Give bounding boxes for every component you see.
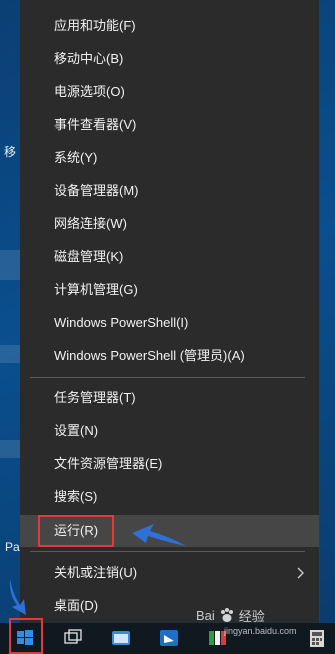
chevron-right-icon [297,557,305,589]
menu-item-label: 设置(N) [54,423,99,438]
calculator-icon [310,630,324,647]
menu-item-label: 网络连接(W) [54,216,127,231]
desktop: 移 Pa 应用和功能(F) 移动中心(B) 电源选项(O) 事件查看器(V) 系… [0,0,335,654]
taskbar-app-2[interactable] [158,627,182,651]
menu-item-label: 移动中心(B) [54,51,124,66]
watermark-logo-text: Bai [196,608,215,623]
menu-item-label: 文件资源管理器(E) [54,456,163,471]
menu-item-label: 应用和功能(F) [54,18,136,33]
menu-item-mobility-center[interactable]: 移动中心(B) [20,43,319,75]
menu-item-label: 设备管理器(M) [54,183,139,198]
menu-item-shutdown-signout[interactable]: 关机或注销(U) [20,557,319,589]
taskbar-app-4[interactable] [306,627,330,651]
menu-item-label: 系统(Y) [54,150,98,165]
menu-item-powershell-admin[interactable]: Windows PowerShell (管理员)(A) [20,340,319,372]
menu-item-label: 桌面(D) [54,598,99,613]
menu-item-power-options[interactable]: 电源选项(O) [20,76,319,108]
menu-item-powershell[interactable]: Windows PowerShell(I) [20,307,319,339]
desktop-icon-strip [0,345,22,363]
menu-item-computer-management[interactable]: 计算机管理(G) [20,274,319,306]
menu-item-system[interactable]: 系统(Y) [20,142,319,174]
menu-item-disk-management[interactable]: 磁盘管理(K) [20,241,319,273]
menu-item-label: 搜索(S) [54,489,98,504]
task-view-button[interactable] [62,627,86,651]
annotation-arrow-icon [132,524,186,546]
menu-item-file-explorer[interactable]: 文件资源管理器(E) [20,448,319,480]
annotation-arrow-icon [9,579,26,615]
menu-item-label: 任务管理器(T) [54,390,136,405]
paw-icon [220,607,233,622]
menu-separator [30,377,305,378]
taskbar-app-1[interactable] [110,627,134,651]
menu-item-device-manager[interactable]: 设备管理器(M) [20,175,319,207]
menu-item-search[interactable]: 搜索(S) [20,481,319,513]
menu-item-label: 关机或注销(U) [54,565,138,580]
menu-item-event-viewer[interactable]: 事件查看器(V) [20,109,319,141]
menu-item-label: 计算机管理(G) [54,282,138,297]
app-icon [160,630,178,646]
start-highlight-box [9,618,43,654]
desktop-label: 移 [4,145,17,159]
menu-item-settings[interactable]: 设置(N) [20,415,319,447]
desktop-icon-strip [0,440,22,458]
task-view-icon [64,629,82,644]
baidu-watermark: Bai 经验 jingyan.baidu.com [196,606,297,636]
desktop-label-pa: Pa [5,540,20,554]
menu-item-label: 磁盘管理(K) [54,249,124,264]
menu-item-network-connections[interactable]: 网络连接(W) [20,208,319,240]
menu-item-label: 电源选项(O) [54,84,125,99]
menu-item-label: Windows PowerShell(I) [54,315,189,330]
menu-item-label: 事件查看器(V) [54,117,137,132]
desktop-icon-strip [0,250,22,280]
menu-item-label: Windows PowerShell (管理员)(A) [54,348,245,363]
watermark-brand: 经验 [238,609,265,624]
menu-item-task-manager[interactable]: 任务管理器(T) [20,382,319,414]
menu-item-desktop[interactable]: 桌面(D) [20,590,319,622]
run-highlight-box [38,515,114,547]
menu-item-apps-features[interactable]: 应用和功能(F) [20,10,319,42]
browser-icon [112,631,130,645]
watermark-url: jingyan.baidu.com [224,626,297,636]
